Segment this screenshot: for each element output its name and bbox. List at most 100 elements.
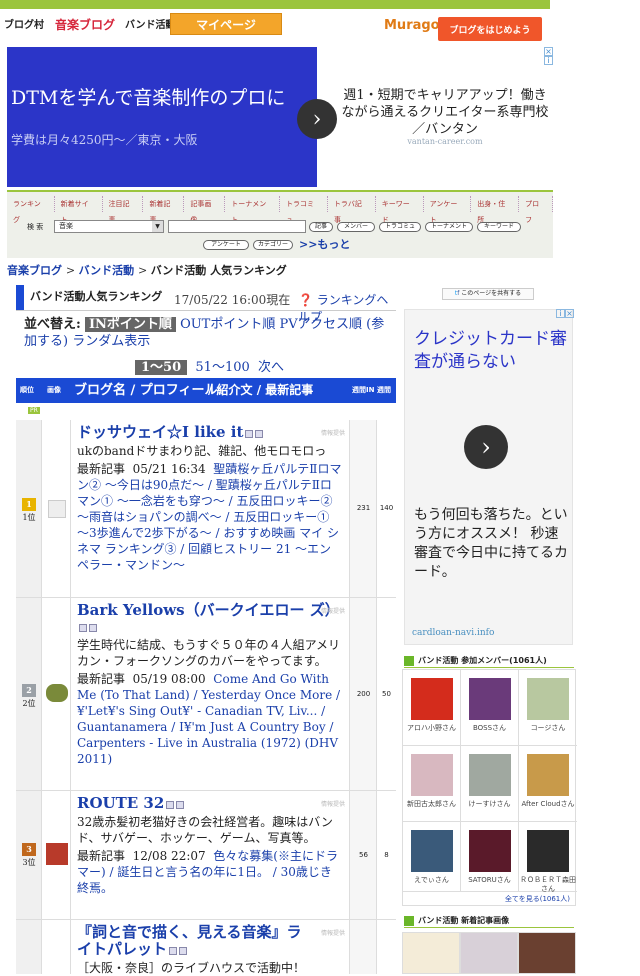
- image-icon[interactable]: [176, 800, 185, 809]
- nav-tab-new-sites[interactable]: 新着サイト: [55, 196, 103, 224]
- weekly-in-cell: 231: [350, 420, 377, 597]
- profile-icon[interactable]: [169, 946, 178, 955]
- table-row: 情報提供 『詞と音で描く、見える音楽』ライトパレット ［大阪・奈良］のライブハウ…: [16, 920, 396, 975]
- blog-title[interactable]: 『詞と音で描く、見える音楽』ライトパレット: [77, 923, 302, 958]
- ad-close-icon[interactable]: ×: [565, 309, 574, 318]
- ad-banner[interactable]: DTMを学んで音楽制作のプロに 学費は月々4250円〜／東京・大阪 › 週1・短…: [7, 47, 553, 187]
- search-survey-button[interactable]: アンケート: [203, 240, 249, 250]
- nav-tab-keyword[interactable]: キーワード: [376, 196, 424, 224]
- member-item[interactable]: えでぃさん: [403, 822, 461, 892]
- search-category-button[interactable]: カテゴリー: [253, 240, 293, 250]
- blog-title[interactable]: ドッサウェイ☆I like it: [77, 423, 243, 441]
- avatar: [410, 754, 453, 796]
- start-blog-button[interactable]: ブログをはじめよう: [438, 17, 542, 41]
- blog-title[interactable]: ROUTE 32: [77, 794, 164, 812]
- avatar[interactable]: [46, 684, 68, 702]
- profile-icon[interactable]: [166, 800, 175, 809]
- col-blog-name: ブログ名 / プロフィール: [74, 383, 218, 398]
- nav-tab-article-images[interactable]: 記事画像: [184, 196, 226, 224]
- side-ad-headline: クレジットカード審査が通らない: [414, 329, 567, 372]
- image-icon[interactable]: [89, 623, 97, 632]
- avatar: [468, 678, 511, 720]
- weekly-out-cell: 50: [377, 598, 396, 790]
- chevron-down-icon[interactable]: ▼: [152, 221, 163, 232]
- search-tracomu-button[interactable]: トラコミュ: [379, 222, 421, 232]
- mypage-button[interactable]: マイページ: [170, 13, 282, 35]
- avatar: [527, 678, 569, 720]
- chevron-right-icon[interactable]: ›: [464, 425, 508, 469]
- search-row: 検 索 音楽 ▼ 記事 メンバー トラコミュ トーナメント キーワード: [7, 218, 553, 234]
- ad-subline: 学費は月々4250円〜／東京・大阪: [11, 133, 198, 147]
- search-tournament-button[interactable]: トーナメント: [425, 222, 473, 232]
- search-keyword-button[interactable]: キーワード: [477, 222, 521, 232]
- member-item[interactable]: BOSSさん: [461, 670, 519, 746]
- member-item[interactable]: けーすけさん: [461, 746, 519, 822]
- search-member-button[interactable]: メンバー: [337, 222, 375, 232]
- image-cell: [42, 791, 71, 919]
- avatar[interactable]: [48, 500, 66, 518]
- article-thumbnail[interactable]: [460, 932, 518, 974]
- member-item[interactable]: 新田古太郎さん: [403, 746, 461, 822]
- share-button[interactable]: tf このページを共有する: [442, 288, 534, 300]
- sort-random[interactable]: ランダム表示: [72, 334, 150, 349]
- member-item[interactable]: ＲＯＢＥＲＴ森田さん: [519, 822, 577, 893]
- member-item[interactable]: コージさん: [519, 670, 577, 746]
- page-next[interactable]: 次へ: [258, 360, 284, 375]
- image-icon[interactable]: [255, 429, 264, 438]
- nav-tab-ranking[interactable]: ランキング: [7, 196, 55, 224]
- table-row: 3 3位 情報提供 ROUTE 32 32歳赤髪初老猫好きの会社経営者。趣味はバ…: [16, 791, 396, 920]
- weekly-out-cell: 8: [377, 791, 396, 919]
- nav-tab-trackback[interactable]: トラバ記事: [328, 196, 376, 224]
- blog-desc: ukのbandドサまわり記、雑記、他モロモロっ: [77, 444, 327, 458]
- blogmura-logo[interactable]: ブログ村: [4, 16, 44, 31]
- sort-out-points[interactable]: OUTポイント順: [180, 317, 275, 332]
- page-51-100[interactable]: 51〜100: [195, 360, 249, 375]
- nav-tab-profile[interactable]: プロフ: [519, 196, 554, 224]
- nav-tab-new-articles[interactable]: 新着記事: [143, 196, 185, 224]
- chevron-right-icon[interactable]: ›: [297, 99, 337, 139]
- side-ad[interactable]: クレジットカード審査が通らない › もう何回も落ちた。という方にオススメ！ 秒速…: [404, 309, 573, 645]
- nav-tab-tournament[interactable]: トーナメント: [225, 196, 281, 224]
- table-header: 順位 画像 ブログ名 / プロフィール / 紹介文 / 最新記事 週間IN 週間…: [16, 378, 396, 419]
- weekly-out-cell: [377, 920, 396, 974]
- band-logo[interactable]: バンド活動: [125, 16, 176, 31]
- weekly-in-cell: [350, 920, 377, 974]
- rank-badge: 3 3位: [22, 843, 36, 867]
- see-all-members-link[interactable]: 全てを見る(1061人): [402, 894, 576, 906]
- ad-info-icon[interactable]: i: [544, 56, 553, 65]
- member-item[interactable]: アロハ小野さん: [403, 670, 461, 746]
- ad-info-icon[interactable]: i: [556, 309, 565, 318]
- ad-close-icon[interactable]: ×: [544, 47, 553, 56]
- nav-tab-featured[interactable]: 注目記事: [103, 196, 144, 224]
- nav-tab-tracomu[interactable]: トラコミュ: [280, 196, 328, 224]
- sort-in-points[interactable]: INポイント順: [84, 317, 176, 332]
- breadcrumb-music[interactable]: 音楽ブログ: [7, 264, 62, 277]
- blog-title[interactable]: Bark Yellows（バークイエロー ズ）: [77, 601, 340, 619]
- blog-cell: 情報提供 ドッサウェイ☆I like it ukのbandドサまわり記、雑記、他…: [71, 420, 350, 597]
- more-link[interactable]: >>もっと: [299, 236, 350, 252]
- breadcrumb-band[interactable]: バンド活動: [79, 264, 135, 277]
- blog-cell: 情報提供 『詞と音で描く、見える音楽』ライトパレット ［大阪・奈良］のライブハウ…: [71, 920, 350, 975]
- square-icon: [404, 655, 414, 666]
- page-1-50[interactable]: 1〜50: [135, 360, 188, 375]
- image-icon[interactable]: [179, 946, 188, 955]
- sort-label: 並べ替え:: [24, 317, 81, 332]
- category-select[interactable]: 音楽 ▼: [54, 220, 164, 233]
- latest-articles[interactable]: 聖蹟桜ヶ丘パルテⅡロマン② 〜今日は90点だ〜 / 聖蹟桜ヶ丘パルテⅡロマン① …: [77, 462, 341, 572]
- article-thumbnail[interactable]: [402, 932, 460, 974]
- nav-tab-survey[interactable]: アンケート: [424, 196, 472, 224]
- article-thumbnail[interactable]: [518, 932, 576, 974]
- search-input[interactable]: [168, 220, 306, 233]
- nav-tab-hometown[interactable]: 出身・住所: [471, 196, 520, 224]
- avatar[interactable]: [46, 843, 68, 865]
- weekly-out: 140: [379, 504, 394, 512]
- music-blog-logo[interactable]: 音楽ブログ: [55, 16, 115, 33]
- ranking-header: バンド活動人気ランキング 17/05/22 16:00現在 ❓ ランキングヘルプ: [16, 285, 396, 324]
- member-item[interactable]: SATORUさん: [461, 822, 519, 892]
- search-article-button[interactable]: 記事: [309, 222, 333, 232]
- profile-icon[interactable]: [79, 623, 87, 632]
- profile-icon[interactable]: [245, 429, 254, 438]
- latest-label: 最新記事: [77, 462, 126, 476]
- latest-articles[interactable]: Come And Go With Me (To That Land) / Yes…: [77, 672, 340, 766]
- member-item[interactable]: After Cloudさん: [519, 746, 577, 822]
